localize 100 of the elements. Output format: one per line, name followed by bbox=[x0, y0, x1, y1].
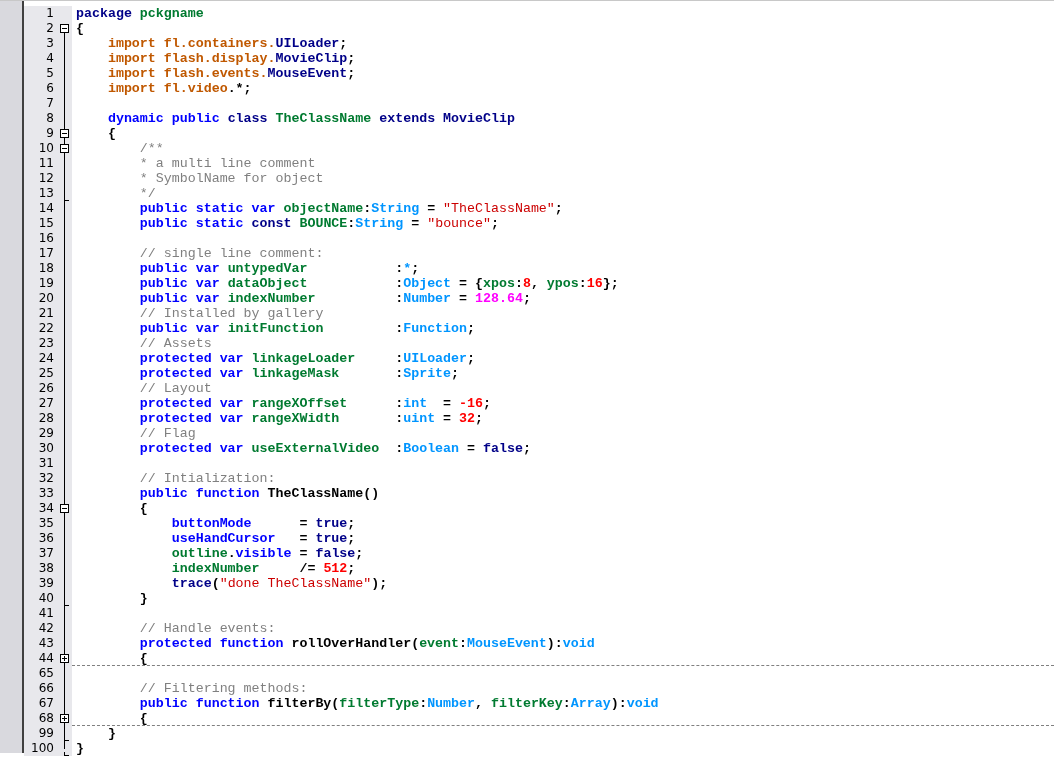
line-number: 39 bbox=[38, 576, 54, 590]
line-number: 35 bbox=[38, 516, 54, 530]
line-number: 31 bbox=[38, 456, 54, 470]
code-line: // Filtering methods: bbox=[139, 681, 308, 696]
code-line: public static var objectName:String = "TheClassName"; bbox=[139, 201, 563, 216]
code-line: protected var linkageMask :Sprite; bbox=[139, 366, 460, 381]
line-number: 2 bbox=[46, 21, 54, 35]
code-line: // Assets bbox=[139, 336, 212, 351]
line-number: 29 bbox=[38, 426, 54, 440]
line-number: 10 bbox=[38, 141, 54, 155]
code-line: protected var rangeXWidth :uint = 32; bbox=[139, 411, 483, 426]
line-number: 11 bbox=[38, 156, 54, 170]
code-line: // Handle events: bbox=[139, 621, 276, 636]
code-line: { bbox=[107, 126, 116, 141]
line-number: 27 bbox=[38, 396, 54, 410]
code-line: { bbox=[139, 501, 148, 516]
line-number: 3 bbox=[46, 36, 54, 50]
code-line: public static const BOUNCE:String = "bounce"; bbox=[139, 216, 499, 231]
code-line: trace("done TheClassName"); bbox=[171, 576, 388, 591]
line-number: 14 bbox=[38, 201, 54, 215]
line-number: 12 bbox=[38, 171, 54, 185]
line-number: 19 bbox=[38, 276, 54, 290]
line-number: 21 bbox=[38, 306, 54, 320]
line-number: 38 bbox=[38, 561, 54, 575]
line-number: 8 bbox=[46, 111, 54, 125]
code-line: } bbox=[107, 726, 116, 741]
line-number: 68 bbox=[38, 711, 54, 725]
line-number: 5 bbox=[46, 66, 54, 80]
code-line: public var dataObject :Object = {xpos:8, ypos:16}; bbox=[139, 276, 619, 291]
code-line: buttonMode = true; bbox=[171, 516, 356, 531]
code-line: dynamic public class TheClassName extends MovieClip bbox=[107, 111, 515, 126]
line-number: 26 bbox=[38, 381, 54, 395]
code-line: protected function rollOverHandler(event:MouseEvent):void bbox=[139, 636, 595, 651]
line-number: 17 bbox=[38, 246, 54, 260]
code-line: public var indexNumber :Number = 128.64; bbox=[139, 291, 531, 306]
code-line: protected var rangeXOffset :int = -16; bbox=[139, 396, 491, 411]
code-line: // Flag bbox=[139, 426, 196, 441]
code-line: { bbox=[76, 21, 84, 36]
code-line: outline.visible = false; bbox=[171, 546, 364, 561]
line-number: 100 bbox=[31, 741, 54, 755]
code-line: import fl.containers.UILoader; bbox=[107, 36, 348, 51]
code-line: protected var useExternalVideo :Boolean = false; bbox=[139, 441, 531, 456]
code-line: indexNumber /= 512; bbox=[171, 561, 356, 576]
line-number: 22 bbox=[38, 321, 54, 335]
line-number: 34 bbox=[38, 501, 54, 515]
line-number: 9 bbox=[46, 126, 54, 140]
line-number: 28 bbox=[38, 411, 54, 425]
line-number: 16 bbox=[38, 231, 54, 245]
line-number: 18 bbox=[38, 261, 54, 275]
line-number: 66 bbox=[38, 681, 54, 695]
line-number: 32 bbox=[38, 471, 54, 485]
collapse-icon[interactable] bbox=[60, 24, 69, 33]
code-line: public function TheClassName() bbox=[139, 486, 380, 501]
code-line: public var initFunction :Function; bbox=[139, 321, 475, 336]
collapse-icon[interactable] bbox=[60, 129, 69, 138]
code-line: // Intialization: bbox=[139, 471, 276, 486]
line-number: 15 bbox=[38, 216, 54, 230]
line-number: 7 bbox=[46, 96, 54, 110]
code-line: import fl.video.*; bbox=[107, 81, 252, 96]
line-number: 43 bbox=[38, 636, 54, 650]
code-line: protected var linkageLoader :UILoader; bbox=[139, 351, 475, 366]
line-number: 41 bbox=[38, 606, 54, 620]
code-line: package pckgname bbox=[76, 6, 204, 21]
code-line: * a multi line comment bbox=[139, 156, 316, 171]
collapse-icon[interactable] bbox=[60, 144, 69, 153]
line-number: 1 bbox=[46, 6, 54, 20]
line-number: 67 bbox=[38, 696, 54, 710]
code-line: /** bbox=[139, 141, 164, 156]
line-number: 33 bbox=[38, 486, 54, 500]
line-number: 4 bbox=[46, 51, 54, 65]
line-number: 6 bbox=[46, 81, 54, 95]
expand-icon[interactable] bbox=[60, 654, 69, 663]
line-number: 36 bbox=[38, 531, 54, 545]
line-number: 23 bbox=[38, 336, 54, 350]
code-line: import flash.display.MovieClip; bbox=[107, 51, 356, 66]
code-line: // single line comment: bbox=[139, 246, 324, 261]
code-line: { bbox=[139, 651, 148, 666]
line-number: 13 bbox=[38, 186, 54, 200]
line-number: 65 bbox=[38, 666, 54, 680]
code-line: { bbox=[139, 711, 148, 726]
code-line: } bbox=[139, 591, 148, 606]
code-line: */ bbox=[139, 186, 156, 201]
expand-icon[interactable] bbox=[60, 714, 69, 723]
code-line: public function filterBy(filterType:Number, filterKey:Array):void bbox=[139, 696, 659, 711]
code-line: // Installed by gallery bbox=[139, 306, 324, 321]
line-number: 20 bbox=[38, 291, 54, 305]
code-line: import flash.events.MouseEvent; bbox=[107, 66, 356, 81]
line-number: 42 bbox=[38, 621, 54, 635]
code-line: } bbox=[76, 741, 84, 756]
code-line: // Layout bbox=[139, 381, 212, 396]
line-number: 24 bbox=[38, 351, 54, 365]
line-number: 44 bbox=[38, 651, 54, 665]
line-number: 37 bbox=[38, 546, 54, 560]
line-number: 30 bbox=[38, 441, 54, 455]
code-line: useHandCursor = true; bbox=[171, 531, 356, 546]
collapse-icon[interactable] bbox=[60, 504, 69, 513]
line-number: 25 bbox=[38, 366, 54, 380]
code-line: * SymbolName for object bbox=[139, 171, 324, 186]
code-line: public var untypedVar :*; bbox=[139, 261, 420, 276]
line-number: 99 bbox=[38, 726, 54, 740]
